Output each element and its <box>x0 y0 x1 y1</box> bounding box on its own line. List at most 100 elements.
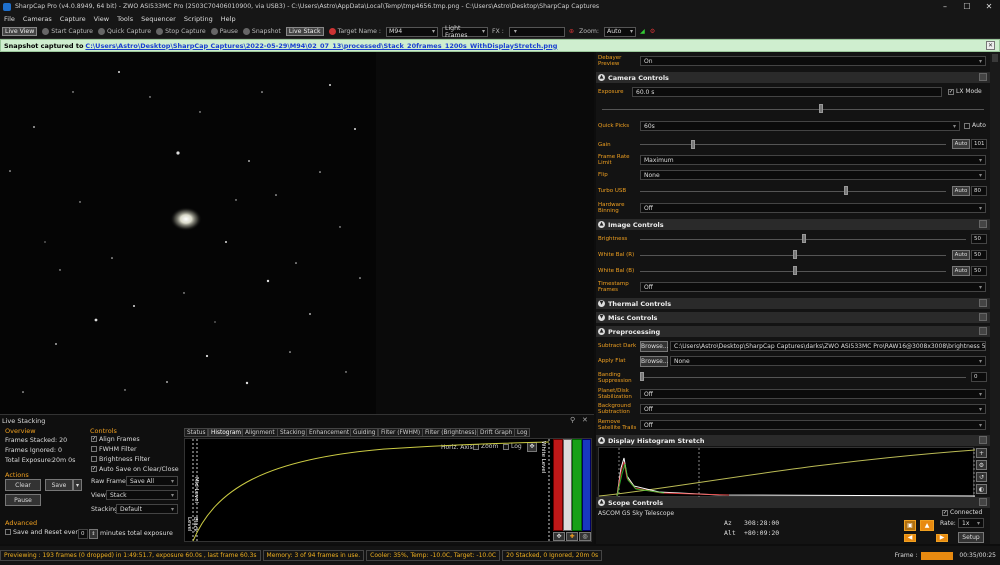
histogram-zoom-icon[interactable]: + <box>976 448 987 458</box>
turbo-usb-slider[interactable] <box>640 191 946 192</box>
tab-drift-graph[interactable]: Drift Graph <box>477 428 516 437</box>
banding-slider[interactable] <box>640 377 966 378</box>
connected-checkbox[interactable]: ✓ Connected <box>942 509 982 516</box>
gain-slider-thumb[interactable] <box>691 140 695 149</box>
live-stack-button[interactable]: Live Stack <box>285 27 324 36</box>
zoom-select[interactable]: Auto <box>603 26 636 37</box>
exposure-slider[interactable] <box>602 109 984 110</box>
banding-value[interactable]: 0 <box>971 372 987 382</box>
stop-capture-button[interactable]: Stop Capture <box>156 28 206 35</box>
maximize-button[interactable]: ☐ <box>956 2 978 11</box>
panel-menu-icon[interactable] <box>979 327 987 335</box>
lx-mode-checkbox[interactable]: ✓ LX Mode <box>948 88 982 95</box>
histogram-settings-icon[interactable]: ⚙ <box>976 460 987 470</box>
auto-checkbox[interactable]: Auto <box>964 122 986 129</box>
histogram-plus-icon[interactable]: ✚ <box>566 532 578 541</box>
scope-stop-icon[interactable]: ▣ <box>904 520 916 531</box>
wb-blue-value[interactable]: 50 <box>971 266 987 276</box>
camera-controls-header[interactable]: ▲ Camera Controls <box>596 72 990 83</box>
brightness-filter-checkbox[interactable]: Brightness Filter <box>91 456 150 463</box>
menu-file[interactable]: File <box>4 15 15 23</box>
turbo-auto-button[interactable]: Auto <box>952 186 970 196</box>
dark-browse-button[interactable]: Browse... <box>640 341 669 352</box>
dark-file-select[interactable]: C:\Users\Astro\Desktop\SharpCap Captures… <box>670 341 986 351</box>
reticle-icon[interactable]: ⊕ <box>569 28 574 35</box>
raw-frames-select[interactable]: Save All <box>126 476 178 486</box>
wb-blue-auto-button[interactable]: Auto <box>952 266 970 276</box>
image-viewer[interactable] <box>0 52 594 414</box>
histogram-auto-icon[interactable]: ◐ <box>976 484 987 494</box>
quick-picks-select[interactable]: 60s <box>640 121 960 131</box>
panel-menu-icon[interactable] <box>979 498 987 506</box>
menu-tools[interactable]: Tools <box>117 15 133 23</box>
snapshot-button[interactable]: Snapshot <box>242 28 281 35</box>
exposure-input[interactable]: 60.0 s <box>632 87 942 97</box>
menu-sequencer[interactable]: Sequencer <box>141 15 176 23</box>
timestamp-select[interactable]: Off <box>640 282 986 292</box>
pause-stacking-button[interactable]: Pause <box>5 494 41 506</box>
start-capture-button[interactable]: Start Capture <box>42 28 93 35</box>
control-panel-scrollbar[interactable] <box>990 52 1000 544</box>
debayer-select[interactable]: On <box>640 56 986 66</box>
menu-help[interactable]: Help <box>221 15 236 23</box>
hw-binning-select[interactable]: Off <box>640 203 986 213</box>
flat-file-select[interactable]: None <box>670 356 986 366</box>
histogram-stretch-header[interactable]: ▲ Display Histogram Stretch <box>596 435 990 446</box>
scope-controls-header[interactable]: ▲ Scope Controls <box>596 497 990 508</box>
gain-auto-button[interactable]: Auto <box>952 139 970 149</box>
quick-capture-button[interactable]: Quick Capture <box>97 28 151 35</box>
menu-view[interactable]: View <box>94 15 109 23</box>
rate-select[interactable]: 1x <box>958 518 984 528</box>
live-view-button[interactable]: Live View <box>2 27 38 36</box>
exposure-slider-thumb[interactable] <box>819 104 823 113</box>
scope-setup-button[interactable]: Setup <box>958 532 984 543</box>
fwhm-filter-checkbox[interactable]: FWHM Filter <box>91 446 137 453</box>
frame-type-select[interactable]: Light Frames <box>442 25 488 39</box>
image-controls-header[interactable]: ▲ Image Controls <box>596 219 990 230</box>
close-stacking-icon[interactable]: ✕ <box>582 416 588 424</box>
tab-filter-brightness[interactable]: Filter (Brightness) <box>422 428 480 437</box>
banding-slider-thumb[interactable] <box>640 372 644 381</box>
channel-level-bars[interactable] <box>553 439 591 531</box>
panel-menu-icon[interactable] <box>979 73 987 81</box>
turbo-usb-slider-thumb[interactable] <box>844 186 848 195</box>
pause-button[interactable]: Pause <box>210 28 238 35</box>
view-select[interactable]: Stack <box>106 490 178 500</box>
tab-guiding[interactable]: Guiding <box>350 428 379 437</box>
close-notification-icon[interactable]: ✕ <box>986 41 995 50</box>
histogram-zoom-in-icon[interactable]: ✥ <box>553 532 565 541</box>
slew-west-icon[interactable]: ◀ <box>904 534 916 542</box>
panel-menu-icon[interactable] <box>979 299 987 307</box>
stack-histogram-area[interactable]: Horiz. Axis: Zoom Log ✥ Mid Level Black … <box>184 438 592 542</box>
save-reset-minutes-input[interactable]: 0 <box>78 529 88 539</box>
frame-rate-select[interactable]: Maximum <box>640 155 986 165</box>
flat-browse-button[interactable]: Browse... <box>640 356 669 367</box>
menu-cameras[interactable]: Cameras <box>23 15 52 23</box>
target-name-input[interactable]: M94 <box>386 26 438 37</box>
wb-red-slider-thumb[interactable] <box>793 250 797 259</box>
misc-controls-header[interactable]: ▼ Misc Controls <box>596 312 990 323</box>
flip-select[interactable]: None <box>640 170 986 180</box>
clear-button[interactable]: Clear <box>5 479 41 491</box>
panel-menu-icon[interactable] <box>979 220 987 228</box>
wb-red-auto-button[interactable]: Auto <box>952 250 970 260</box>
minimize-button[interactable]: – <box>934 2 956 11</box>
settings-icon[interactable]: ⚙ <box>650 28 656 35</box>
brightness-value[interactable]: 50 <box>971 234 987 244</box>
pin-icon[interactable]: ⚲ <box>570 416 575 424</box>
align-frames-checkbox[interactable]: ✓ Align Frames <box>91 436 140 443</box>
menu-capture[interactable]: Capture <box>60 15 86 23</box>
tab-histogram[interactable]: Histogram <box>208 428 245 437</box>
autosave-checkbox[interactable]: ✓ Auto Save on Clear/Close <box>91 466 179 473</box>
histogram-reset-icon[interactable]: ↺ <box>976 472 987 482</box>
close-window-button[interactable]: ✕ <box>978 2 1000 11</box>
menu-scripting[interactable]: Scripting <box>184 15 213 23</box>
wb-red-value[interactable]: 50 <box>971 250 987 260</box>
tab-enhancement[interactable]: Enhancement <box>306 428 353 437</box>
preprocessing-header[interactable]: ▲ Preprocessing <box>596 326 990 337</box>
save-reset-checkbox[interactable]: Save and Reset every <box>5 529 82 536</box>
histogram-icon[interactable]: ◢ <box>640 28 645 35</box>
tab-log[interactable]: Log <box>514 428 531 437</box>
planet-stabilization-select[interactable]: Off <box>640 389 986 399</box>
thermal-controls-header[interactable]: ▼ Thermal Controls <box>596 298 990 309</box>
